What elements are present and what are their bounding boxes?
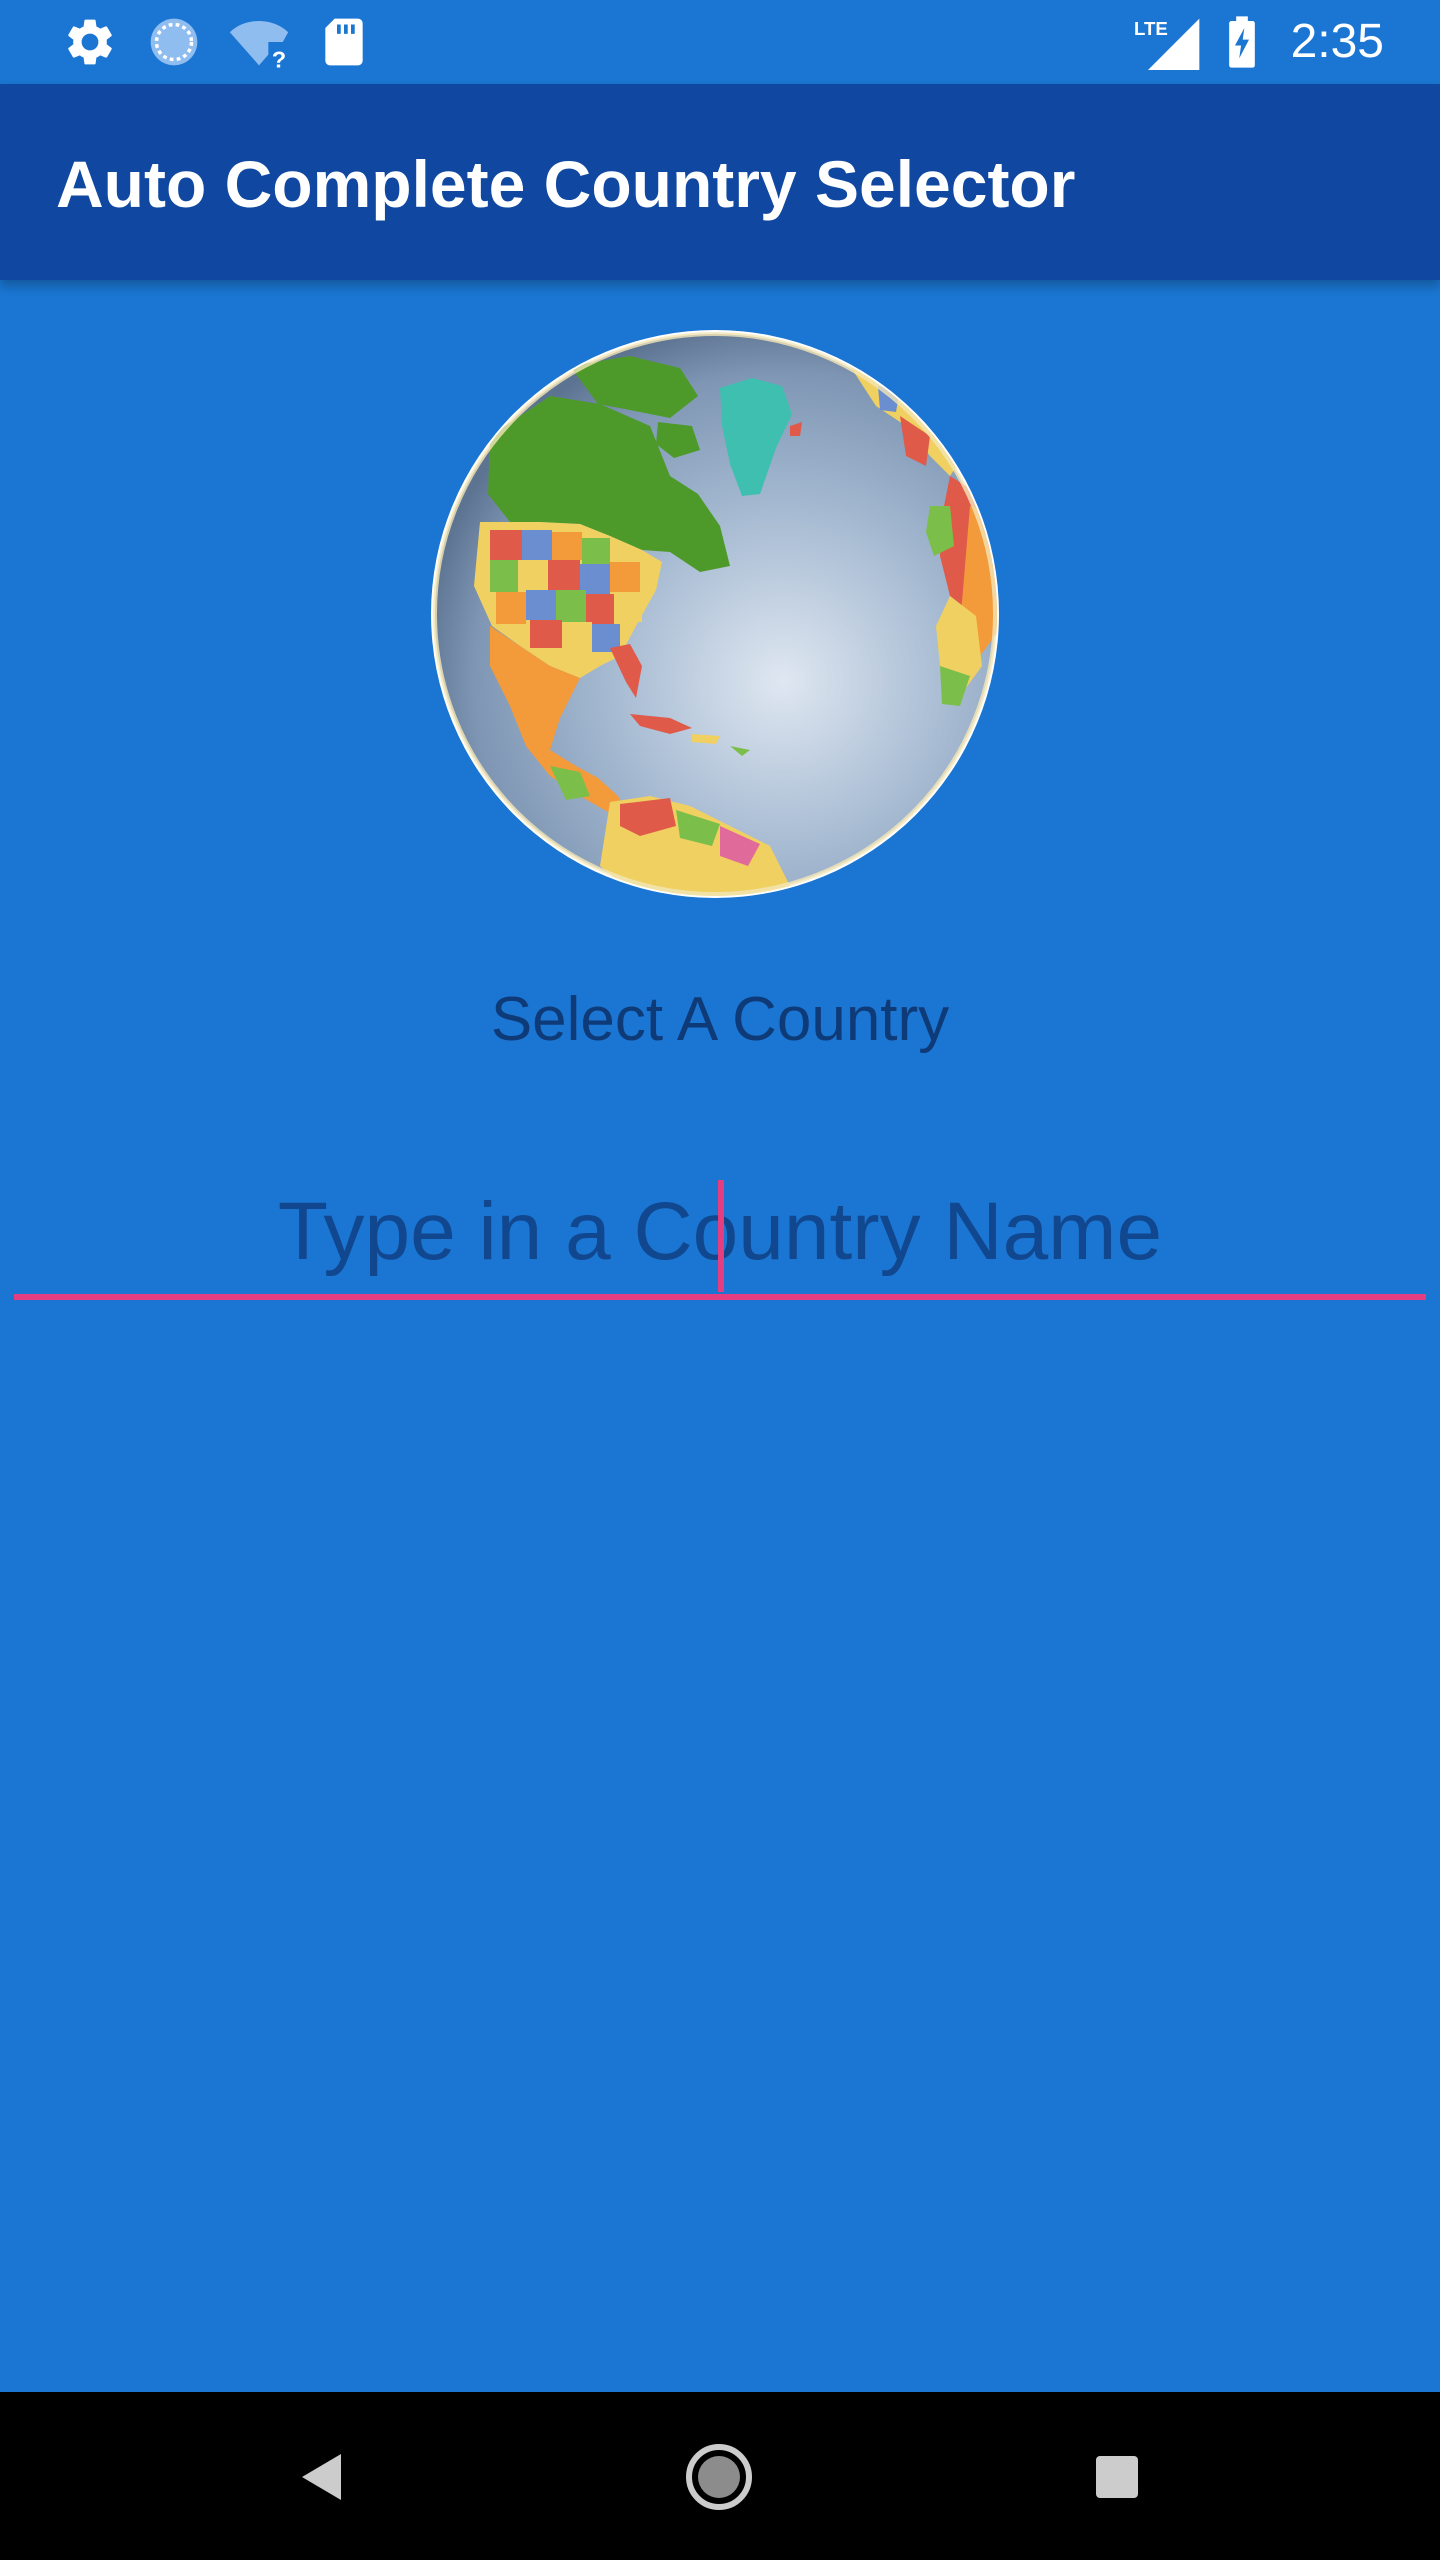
app-title: Auto Complete Country Selector (56, 147, 1076, 221)
navigation-bar (0, 2392, 1440, 2560)
sd-card-icon (316, 14, 372, 70)
lte-label: LTE (1134, 18, 1168, 39)
home-icon[interactable] (674, 2432, 764, 2522)
sync-icon (146, 14, 202, 70)
svg-text:?: ? (272, 47, 286, 70)
status-time: 2:35 (1290, 15, 1384, 68)
status-bar: ? LTE 2:35 (0, 0, 1440, 84)
recents-icon[interactable] (1072, 2432, 1162, 2522)
app-screen: ? LTE 2:35 Auto Complete Country Selecto… (0, 0, 1440, 2560)
select-country-label: Select A Country (490, 985, 950, 1054)
battery-charging-icon (1222, 14, 1266, 70)
text-cursor (718, 1180, 724, 1292)
back-icon[interactable] (276, 2432, 366, 2522)
wifi-unknown-icon: ? (228, 14, 289, 73)
app-bar: Auto Complete Country Selector (0, 84, 1440, 280)
settings-icon (62, 14, 118, 70)
globe-icon (430, 326, 1000, 902)
lte-signal-icon: LTE (1134, 14, 1204, 71)
